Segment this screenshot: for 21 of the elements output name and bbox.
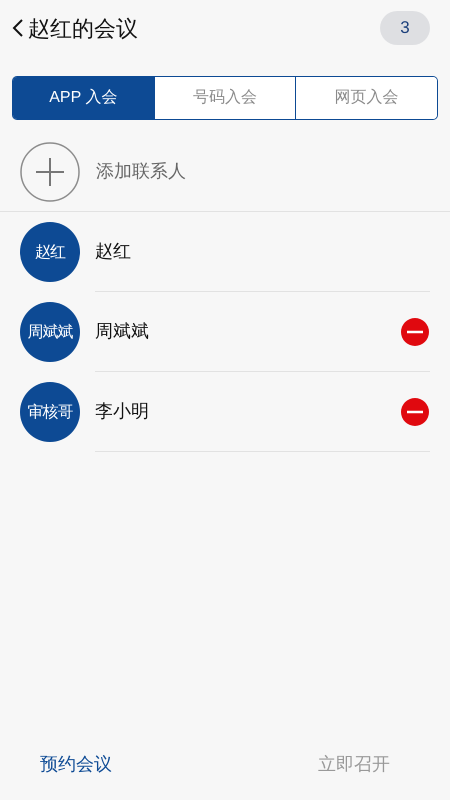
avatar: 审核哥 [20, 382, 80, 442]
participant-count-badge: 3 [380, 11, 430, 45]
back-button[interactable]: 赵红的会议 [12, 12, 138, 44]
avatar: 周斌斌 [20, 302, 80, 362]
schedule-meeting-link[interactable]: 预约会议 [40, 750, 112, 778]
add-contact-label: 添加联系人 [96, 160, 186, 183]
remove-button[interactable] [401, 398, 429, 426]
page-title: 赵红的会议 [28, 14, 138, 42]
tab[interactable]: 号码入会 [154, 77, 296, 119]
minus-icon [407, 410, 423, 414]
tab[interactable]: 网页入会 [295, 77, 437, 119]
back-icon [12, 18, 24, 38]
tab[interactable]: APP 入会 [13, 77, 154, 119]
plus-icon [20, 142, 80, 202]
remove-button[interactable] [401, 318, 429, 346]
avatar: 赵红 [20, 222, 80, 282]
participant-name: 李小明 [95, 400, 150, 423]
minus-icon [407, 330, 423, 334]
participant-name: 赵红 [95, 240, 132, 263]
participant-name: 周斌斌 [95, 320, 150, 343]
add-contact-button[interactable]: 添加联系人 [0, 132, 450, 212]
